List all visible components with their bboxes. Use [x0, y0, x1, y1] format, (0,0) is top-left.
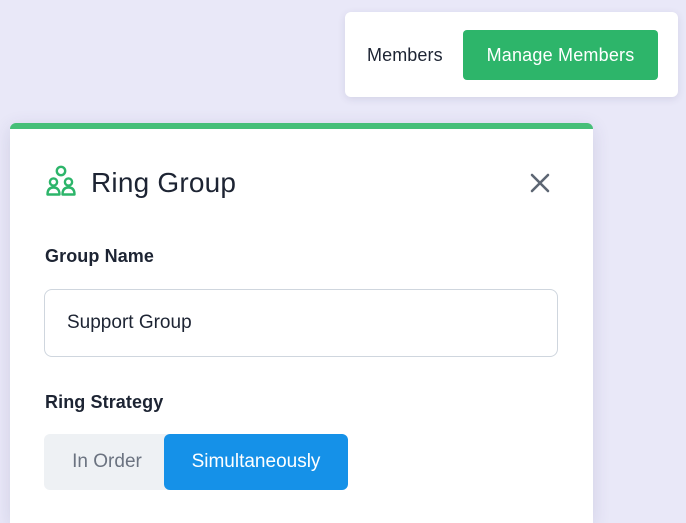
- members-popover: Members Manage Members: [345, 12, 678, 97]
- ring-strategy-toggle: In Order Simultaneously: [44, 434, 348, 490]
- close-icon: [526, 173, 554, 200]
- close-button[interactable]: [526, 169, 554, 197]
- dialog-title: Ring Group: [91, 167, 237, 198]
- group-name-label: Group Name: [45, 246, 155, 266]
- simultaneously-option[interactable]: Simultaneously: [164, 434, 348, 490]
- members-label: Members: [367, 45, 443, 65]
- in-order-option[interactable]: In Order: [44, 434, 170, 490]
- group-name-input[interactable]: [44, 289, 558, 357]
- ring-strategy-label: Ring Strategy: [45, 392, 164, 412]
- ring-group-dialog: Ring Group Group Name Ring Strategy In O…: [10, 123, 593, 523]
- group-icon: [46, 165, 76, 197]
- manage-members-button[interactable]: Manage Members: [463, 30, 658, 80]
